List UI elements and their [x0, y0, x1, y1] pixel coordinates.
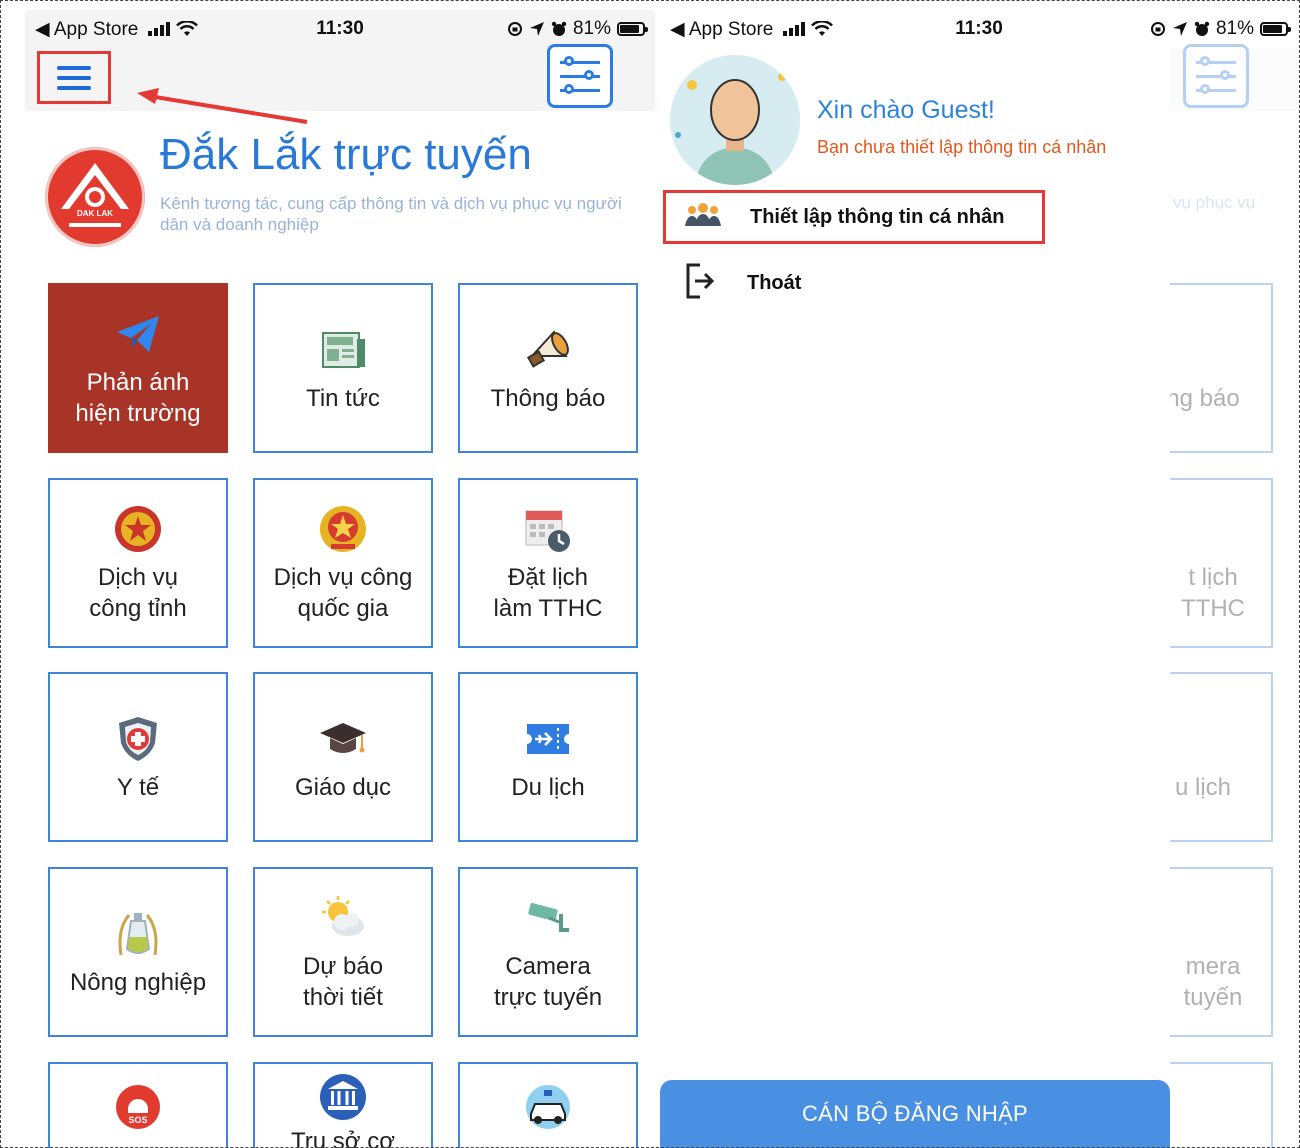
users-icon: [684, 202, 722, 233]
dak-lak-logo: DAK LAK: [45, 147, 145, 247]
hamburger-menu-button[interactable]: [37, 51, 111, 104]
underlay-subtitle: vụ phục vụ: [1173, 193, 1256, 212]
battery-icon: [1260, 22, 1291, 36]
app-subtitle: Kênh tương tác, cung cấp thông tin và dị…: [160, 194, 622, 234]
tile-sos[interactable]: SOS: [48, 1062, 228, 1148]
logout-icon: [684, 263, 716, 304]
tile-du-bao-thoi-tiet[interactable]: Dự báo thời tiết: [253, 867, 433, 1037]
tile-y-te[interactable]: Y tế: [48, 672, 228, 842]
rotation-lock-icon: [507, 22, 522, 36]
battery-percentage: 81%: [1215, 18, 1254, 39]
graduation-cap-icon: [316, 712, 370, 766]
tile-thong-bao[interactable]: Thông báo: [458, 283, 638, 453]
government-building-icon: [316, 1070, 370, 1124]
tile-giao-duc[interactable]: Giáo dục: [253, 672, 433, 842]
avatar: [670, 55, 800, 185]
cctv-camera-icon: [521, 891, 575, 945]
airplane-ticket-icon: [521, 712, 575, 766]
police-car-icon: [521, 1080, 575, 1134]
location-icon: [1172, 22, 1187, 36]
officer-login-button[interactable]: CÁN BỘ ĐĂNG NHẬP: [660, 1080, 1170, 1148]
paper-plane-icon: [111, 307, 165, 361]
location-icon: [529, 22, 544, 36]
filter-settings-button[interactable]: [547, 44, 613, 108]
tile-phan-anh-hien-truong[interactable]: Phản ánh hiện trường: [48, 283, 228, 453]
calendar-clock-icon: [521, 502, 575, 556]
tile-dich-vu-cong-quoc-gia[interactable]: Dịch vụ công quốc gia: [253, 478, 433, 648]
greeting-subtitle: Bạn chưa thiết lập thông tin cá nhân: [817, 137, 1107, 157]
tile-dat-lich-lam-tthc[interactable]: Đặt lịch làm TTHC: [458, 478, 638, 648]
left-screen: ◀ App Store 11:30 81% DAK LAK Đắk Lắk tr…: [25, 10, 655, 1148]
national-emblem-icon: [316, 502, 370, 556]
svg-text:SOS: SOS: [128, 1115, 147, 1125]
side-drawer: Xin chào Guest! Bạn chưa thiết lập thông…: [660, 10, 1170, 1148]
tile-police[interactable]: [458, 1062, 638, 1148]
megaphone-icon: [521, 323, 575, 377]
status-bar-right: ◀ App Store 11:30 81%: [660, 10, 1298, 48]
menu-item-personal-setup[interactable]: Thiết lập thông tin cá nhân: [663, 190, 1045, 244]
provincial-emblem-icon: [111, 502, 165, 556]
tile-nong-nghiep[interactable]: Nông nghiệp: [48, 867, 228, 1037]
filter-settings-button-underlay: [1183, 44, 1249, 108]
tile-dich-vu-cong-tinh[interactable]: Dịch vụ công tỉnh: [48, 478, 228, 648]
annotation-arrow: [137, 88, 308, 124]
tile-camera-truc-tuyen[interactable]: Camera trực tuyến: [458, 867, 638, 1037]
greeting-title: Xin chào Guest!: [817, 96, 995, 124]
agriculture-icon: [111, 907, 165, 961]
rotation-lock-icon: [1150, 22, 1165, 36]
battery-percentage: 81%: [572, 18, 611, 39]
app-title: Đắk Lắk trực tuyến: [160, 130, 532, 179]
status-bar: ◀ App Store 11:30 81%: [25, 10, 655, 48]
alarm-icon: [1194, 21, 1210, 36]
medical-shield-icon: [111, 712, 165, 766]
tile-tru-so-co-quan[interactable]: Trụ sở cơ: [253, 1062, 433, 1148]
weather-icon: [316, 891, 370, 945]
tile-tin-tuc[interactable]: Tin tức: [253, 283, 433, 453]
alarm-icon: [551, 21, 567, 36]
menu-item-logout[interactable]: Thoát: [660, 256, 1060, 310]
right-screen: vụ phục vụ ng báo t lịch TTHC u lịch mer…: [660, 10, 1298, 1148]
sos-icon: SOS: [111, 1080, 165, 1134]
tile-du-lich[interactable]: Du lịch: [458, 672, 638, 842]
top-bar: [25, 44, 655, 111]
logo-text: DAK LAK: [77, 209, 113, 218]
newspaper-icon: [316, 323, 370, 377]
battery-icon: [617, 22, 648, 36]
